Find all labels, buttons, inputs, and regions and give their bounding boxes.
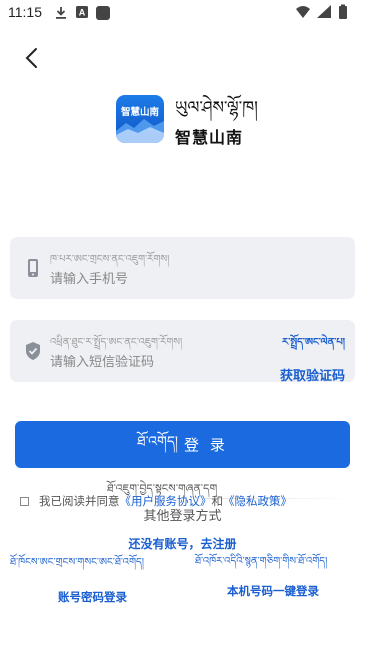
other-login-title: 其他登录方式 (143, 509, 222, 524)
sms-code-input[interactable] (50, 353, 250, 371)
sms-code-field[interactable]: འཕྲིན་ཐུང་ར་སྤྲོད་ཨང་ནང་འཇུག་རོགས། ར་སྤྲ… (10, 320, 355, 384)
battery-icon (339, 4, 347, 19)
shield-check-icon (26, 342, 40, 360)
get-code-button[interactable]: ར་སྤྲོད་ཨང་ལེན་པ། 获取验证码 (280, 331, 345, 384)
register-link[interactable]: 还没有账号，去注册 (0, 535, 365, 552)
logo-text: 智慧山南 (121, 106, 160, 118)
chevron-left-icon (25, 48, 37, 68)
phone-icon (28, 259, 38, 277)
app-name: 智慧山南 (175, 128, 244, 147)
status-time: 11:15 (8, 4, 42, 20)
status-bar: 11:15 A (0, 0, 365, 26)
phone-input[interactable] (50, 270, 250, 288)
login-button-tibetan: ཐོ་འགོད། (137, 433, 179, 450)
svg-text:A: A (79, 8, 86, 18)
phone-field[interactable]: ཁ་པར་ཨང་གྲངས་ནང་འཇུག་རོགས། (10, 237, 355, 299)
app-logo: 智慧山南 (116, 95, 164, 143)
password-login-tibetan: ཐོ་ཁོངས་ཨང་གྲངས་གསང་ཨང་ཐོ་འགོད། (10, 557, 145, 568)
signal-icon (317, 5, 331, 18)
login-button-label: 登 录 (184, 436, 228, 454)
onekey-login-tibetan: ཐོ་འཁོར་འདིའི་སྙན་གཅིག་གིས་ཐོ་འགོད། (195, 556, 328, 567)
notification-a-icon: A (76, 6, 88, 18)
wifi-icon (296, 6, 310, 18)
password-login-option[interactable]: ཐོ་ཁོངས་ཨང་གྲངས་གསང་ཨང་ཐོ་འགོད། 账号密码登录 (10, 551, 175, 605)
password-login-label: 账号密码登录 (58, 590, 127, 604)
login-button[interactable]: ཐོ་འགོད། 登 录 (15, 421, 350, 468)
app-square-icon (96, 6, 110, 20)
download-icon (56, 7, 66, 19)
get-code-label: 获取验证码 (279, 369, 345, 384)
onekey-login-label: 本机号码一键登录 (227, 584, 319, 598)
status-icons (295, 4, 357, 22)
onekey-login-option[interactable]: ཐོ་འཁོར་འདིའི་སྙན་གཅིག་གིས་ཐོ་འགོད། 本机号码… (195, 551, 360, 599)
get-code-tibetan: ར་སྤྲོད་ཨང་ལེན་པ། (281, 337, 345, 348)
back-button[interactable] (18, 44, 46, 72)
